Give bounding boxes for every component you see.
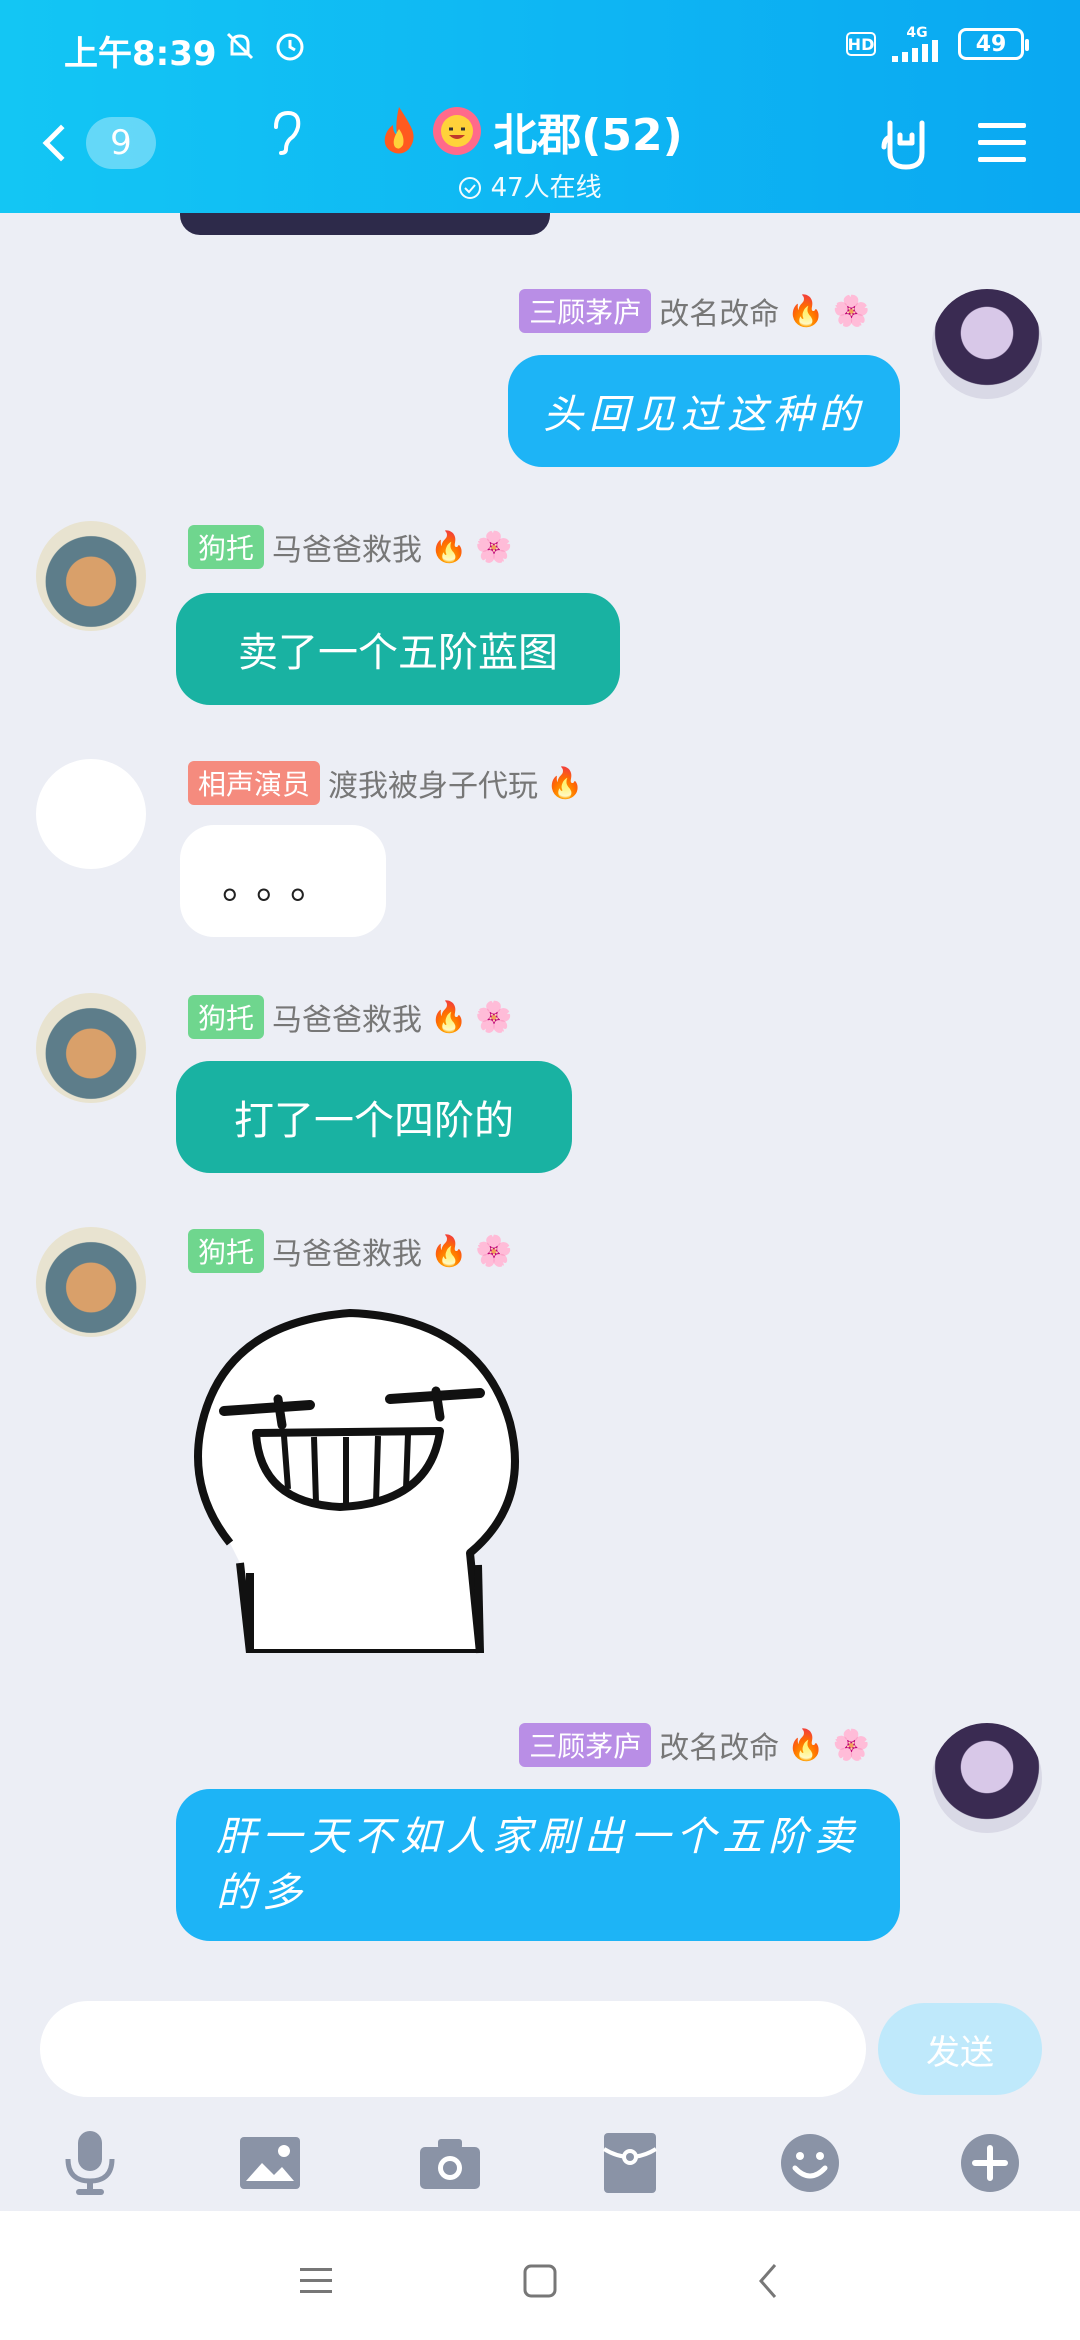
message-bubble[interactable]: 头回见过这种的 — [508, 355, 900, 467]
message-text: 卖了一个五阶蓝图 — [238, 630, 558, 676]
flower-icon: 🌸 — [475, 529, 513, 565]
alarm-icon — [276, 33, 304, 61]
message-meta: 三顾茅庐 改名改命 🔥 🌸 — [519, 1723, 870, 1767]
sender-name[interactable]: 渡我被身子代玩 — [328, 761, 538, 805]
chat-header: 上午8:39 HD 4G 49 9 北郡(52) 47人在线 — [0, 0, 1080, 213]
message-bubble[interactable]: 打了一个四阶的 — [176, 1061, 572, 1173]
toolbar — [0, 2123, 1080, 2203]
recents-icon[interactable] — [286, 2251, 346, 2311]
fire-icon: 🔥 — [430, 1233, 468, 1269]
check-circle-icon — [459, 177, 482, 199]
avatar[interactable] — [36, 759, 146, 869]
member-title-tag: 狗托 — [188, 1229, 265, 1273]
sender-name[interactable]: 马爸爸救我 — [272, 525, 422, 569]
message-meta: 狗托 马爸爸救我 🔥 🌸 — [188, 525, 513, 569]
avatar[interactable] — [36, 521, 146, 631]
rock-hand-icon[interactable] — [876, 115, 936, 175]
network-indicator: 4G — [890, 26, 944, 62]
status-right: HD 4G 49 — [846, 26, 1029, 62]
mic-icon[interactable] — [50, 2123, 130, 2203]
fire-icon: 🔥 — [787, 293, 825, 329]
sender-name[interactable]: 改名改命 — [659, 289, 779, 333]
group-name: 北郡(52) — [493, 110, 683, 161]
status-bar: 上午8:39 HD 4G 49 — [0, 0, 1080, 90]
member-title-tag: 三顾茅庐 — [519, 1723, 652, 1767]
fire-icon: 🔥 — [430, 999, 468, 1035]
menu-icon[interactable] — [976, 119, 1028, 167]
emoji-icon[interactable] — [770, 2123, 850, 2203]
fire-icon — [384, 107, 414, 154]
back-icon[interactable] — [738, 2251, 798, 2311]
message-list[interactable]: 三顾茅庐 改名改命 🔥 🌸 头回见过这种的 狗托 马爸爸救我 🔥 🌸 卖了一个五… — [0, 213, 1080, 1973]
battery-indicator: 49 — [958, 28, 1029, 60]
message-text: 打了一个四阶的 — [234, 1098, 514, 1144]
flower-icon: 🌸 — [832, 293, 870, 329]
network-label: 4G — [906, 25, 928, 41]
message-bubble[interactable]: 卖了一个五阶蓝图 — [176, 593, 620, 705]
message-text: 肝一天不如人家刷出一个五阶卖的多 — [216, 1814, 860, 1916]
title-block: 北郡(52) 47人在线 — [270, 99, 790, 204]
message-meta: 相声演员 渡我被身子代玩 🔥 — [188, 761, 583, 805]
message-bubble[interactable]: 肝一天不如人家刷出一个五阶卖的多 — [176, 1789, 900, 1941]
member-title-tag: 三顾茅庐 — [519, 289, 652, 333]
red-packet-icon[interactable] — [590, 2123, 670, 2203]
nav-row: 9 北郡(52) 47人在线 — [0, 95, 1080, 205]
member-title-tag: 狗托 — [188, 995, 265, 1039]
message-input[interactable] — [40, 2001, 866, 2097]
flower-icon: 🌸 — [832, 1727, 870, 1763]
mute-icon — [226, 32, 254, 60]
message-text: 头回见过这种的 — [543, 392, 865, 438]
input-area: 发送 — [0, 1973, 1080, 2211]
message-text: 。。。 — [222, 862, 344, 908]
online-status: 47人在线 — [270, 167, 790, 204]
plus-icon[interactable] — [950, 2123, 1030, 2203]
member-title-tag: 狗托 — [188, 525, 265, 569]
system-nav-bar — [0, 2211, 1080, 2340]
fire-icon: 🔥 — [787, 1727, 825, 1763]
previous-image-edge — [180, 213, 550, 235]
message-bubble[interactable]: 。。。 — [180, 825, 386, 937]
message-meta: 狗托 马爸爸救我 🔥 🌸 — [188, 995, 513, 1039]
back-button[interactable]: 9 — [40, 117, 156, 169]
sender-name[interactable]: 马爸爸救我 — [272, 1229, 422, 1273]
online-count: 47人在线 — [490, 173, 602, 203]
camera-icon[interactable] — [410, 2123, 490, 2203]
send-button[interactable]: 发送 — [878, 2003, 1042, 2095]
avatar[interactable] — [932, 1723, 1042, 1833]
member-title-tag: 相声演员 — [188, 761, 321, 805]
unread-count: 9 — [86, 117, 156, 169]
sender-name[interactable]: 马爸爸救我 — [272, 995, 422, 1039]
group-title[interactable]: 北郡(52) — [270, 99, 790, 163]
message-meta: 狗托 马爸爸救我 🔥 🌸 — [188, 1229, 513, 1273]
signal-icon — [892, 40, 938, 62]
avatar[interactable] — [932, 289, 1042, 399]
fire-icon: 🔥 — [546, 765, 584, 801]
fire-icon: 🔥 — [430, 529, 468, 565]
status-time: 上午8:39 — [64, 34, 217, 74]
flower-icon: 🌸 — [475, 1233, 513, 1269]
grin-sticker[interactable] — [190, 1293, 540, 1673]
flower-icon: 🌸 — [475, 999, 513, 1035]
image-icon[interactable] — [230, 2123, 310, 2203]
avatar[interactable] — [36, 993, 146, 1103]
chevron-left-icon — [42, 124, 80, 162]
message-meta: 三顾茅庐 改名改命 🔥 🌸 — [519, 289, 870, 333]
home-icon[interactable] — [510, 2251, 570, 2311]
avatar[interactable] — [36, 1227, 146, 1337]
sender-name[interactable]: 改名改命 — [659, 1723, 779, 1767]
hd-badge: HD — [846, 32, 876, 56]
flower-icon — [433, 107, 482, 155]
